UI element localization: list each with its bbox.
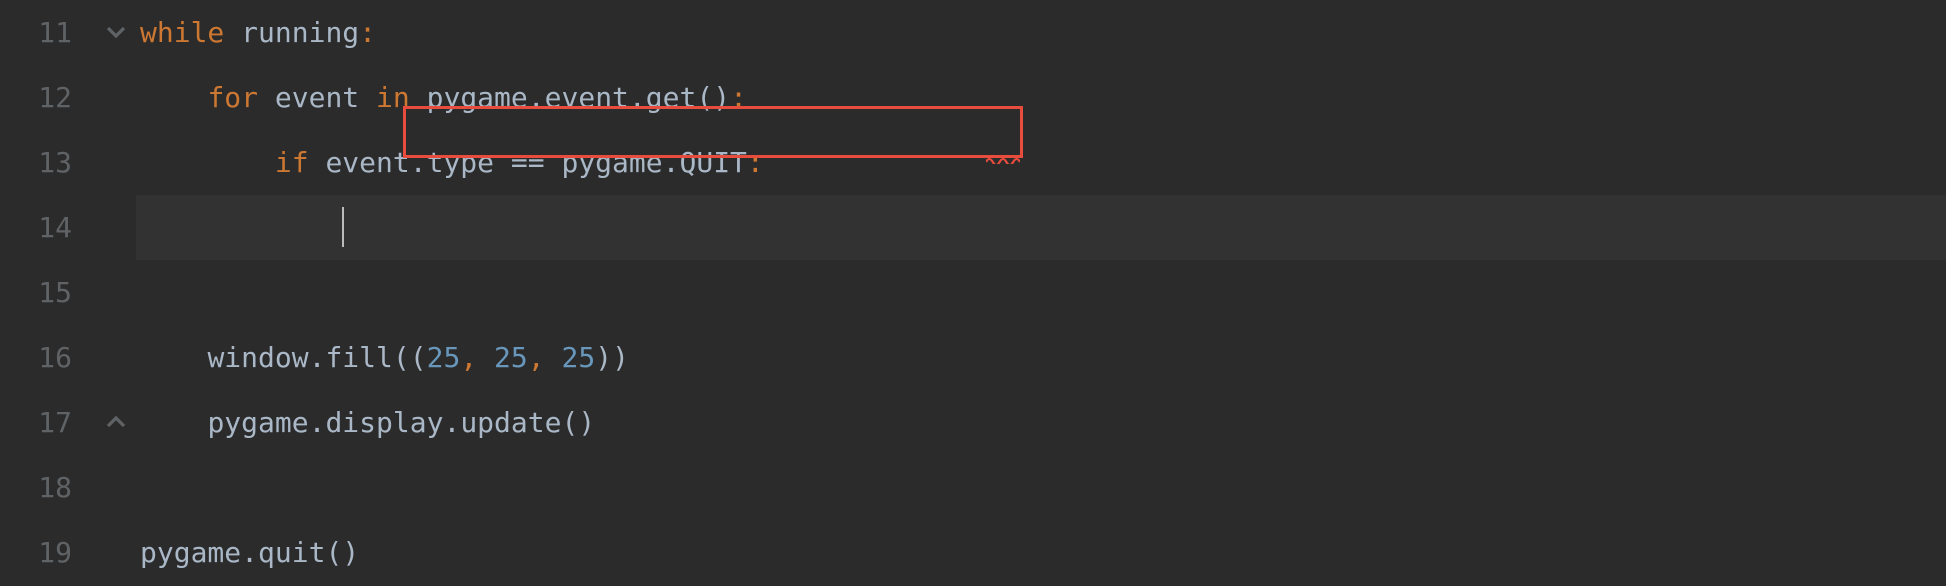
- line-number: 15: [0, 260, 72, 325]
- identifier: pygame: [207, 406, 308, 439]
- code-line-current[interactable]: [136, 195, 1946, 260]
- line-number-gutter: 11 12 13 14 15 16 17 18 19: [0, 0, 100, 586]
- identifier: pygame: [427, 81, 528, 114]
- identifier: pygame: [561, 146, 662, 179]
- number-literal: 25: [427, 341, 461, 374]
- identifier: event: [275, 81, 359, 114]
- line-number: 16: [0, 325, 72, 390]
- text-caret: [342, 207, 344, 247]
- fold-gutter: [100, 0, 136, 586]
- identifier: display: [325, 406, 443, 439]
- code-line[interactable]: if event.type == pygame.QUIT:: [136, 130, 1946, 195]
- keyword-while: while: [140, 16, 224, 49]
- code-line[interactable]: for event in pygame.event.get():: [136, 65, 1946, 130]
- colon: :: [730, 81, 747, 114]
- keyword-in: in: [376, 81, 410, 114]
- line-number: 11: [0, 0, 72, 65]
- operator-eq: ==: [511, 146, 545, 179]
- number-literal: 25: [561, 341, 595, 374]
- code-line[interactable]: pygame.display.update(): [136, 390, 1946, 455]
- function-call: get: [646, 81, 697, 114]
- code-area[interactable]: while running: for event in pygame.event…: [136, 0, 1946, 586]
- identifier: window: [207, 341, 308, 374]
- code-line[interactable]: while running:: [136, 0, 1946, 65]
- code-line[interactable]: pygame.quit(): [136, 520, 1946, 585]
- fold-end-icon[interactable]: [106, 412, 126, 432]
- line-number: 17: [0, 390, 72, 455]
- function-call: quit: [258, 536, 325, 569]
- keyword-if: if: [275, 146, 309, 179]
- line-number: 12: [0, 65, 72, 130]
- line-number: 18: [0, 455, 72, 520]
- identifier: running: [241, 16, 359, 49]
- function-call: fill: [325, 341, 392, 374]
- identifier: event: [545, 81, 629, 114]
- keyword-for: for: [207, 81, 258, 114]
- code-line[interactable]: [136, 455, 1946, 520]
- code-line[interactable]: window.fill((25, 25, 25)): [136, 325, 1946, 390]
- colon: :: [747, 146, 764, 179]
- function-call: update: [460, 406, 561, 439]
- identifier: QUIT: [679, 146, 746, 179]
- colon: :: [359, 16, 376, 49]
- number-literal: 25: [494, 341, 528, 374]
- code-editor[interactable]: 11 12 13 14 15 16 17 18 19 while running…: [0, 0, 1946, 586]
- code-line[interactable]: [136, 260, 1946, 325]
- identifier: event: [325, 146, 409, 179]
- identifier: pygame: [140, 536, 241, 569]
- line-number: 14: [0, 195, 72, 260]
- line-number: 19: [0, 520, 72, 585]
- fold-toggle-icon[interactable]: [106, 22, 126, 42]
- identifier: type: [427, 146, 494, 179]
- line-number: 13: [0, 130, 72, 195]
